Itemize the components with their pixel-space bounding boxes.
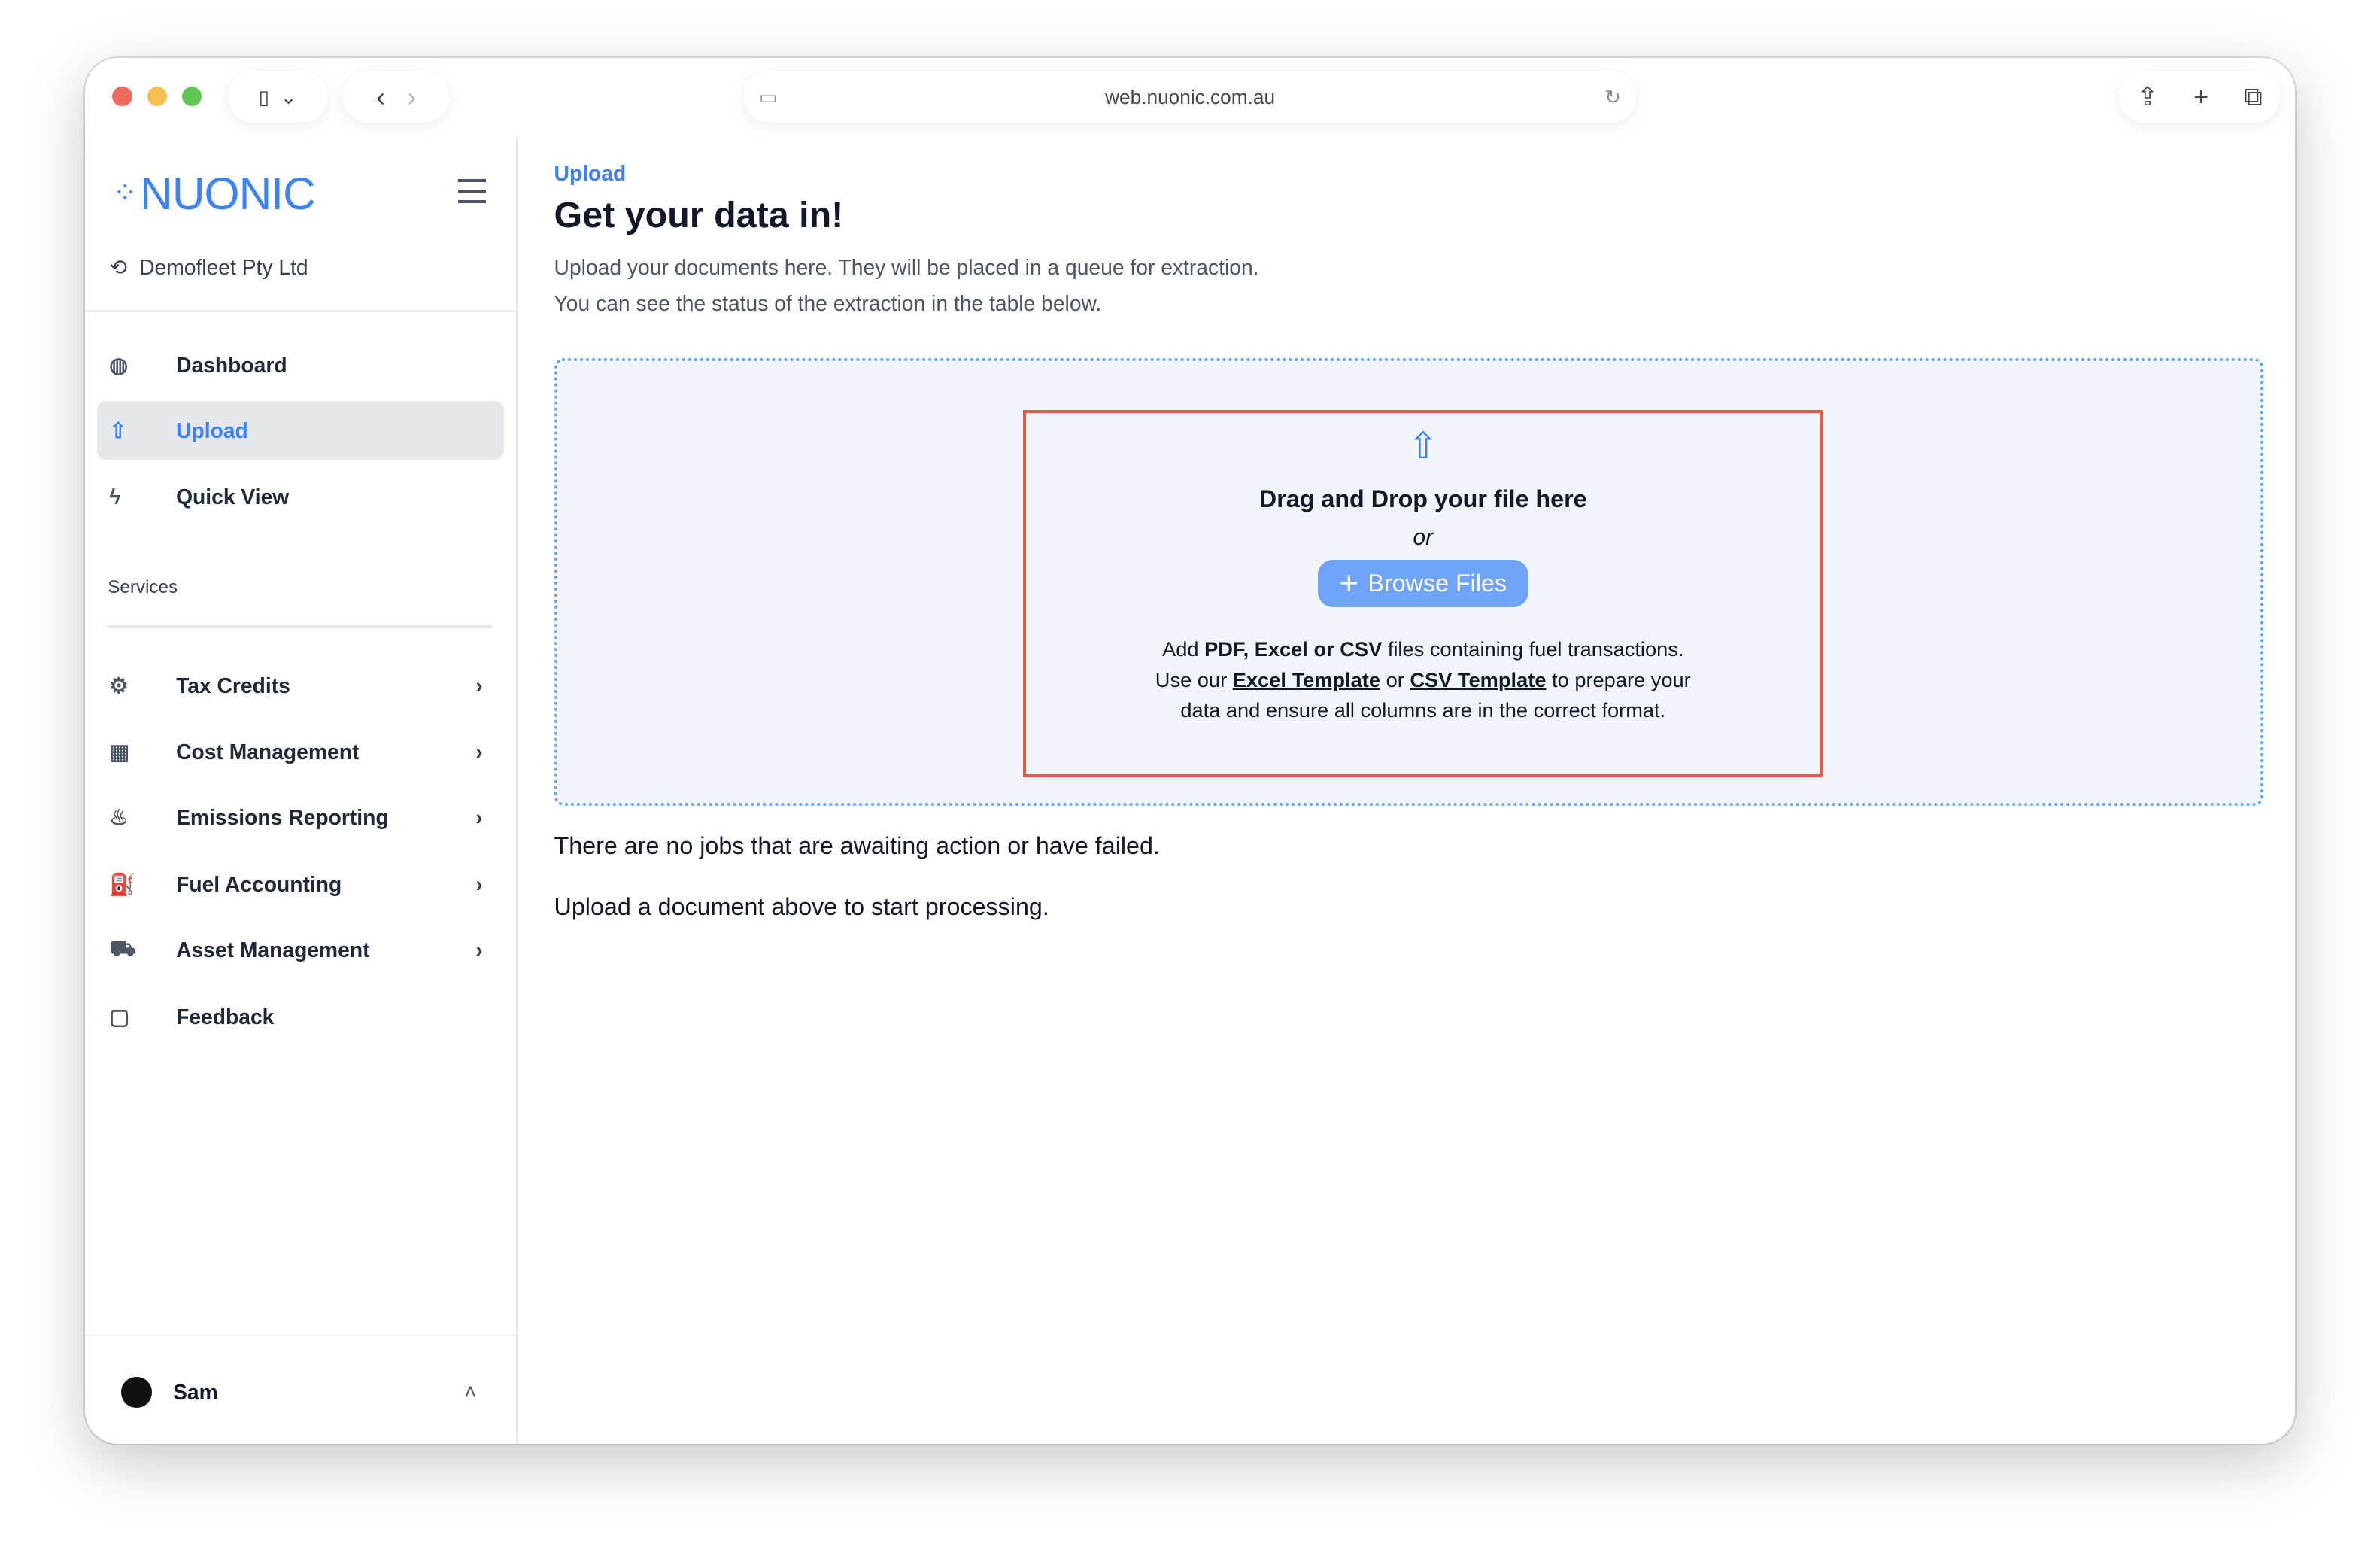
sidebar-item-upload[interactable]: ⇧ Upload: [97, 400, 504, 460]
browser-window: ▯ ⌄ ‹ › ▭ web.nuonic.com.au ↻ ⇪ + ⧉ ⁘ NUONIC …: [85, 57, 2296, 1445]
back-button[interactable]: ‹: [376, 81, 385, 113]
reload-icon[interactable]: ↻: [1604, 86, 1621, 109]
excel-template-link[interactable]: Excel Template: [1233, 668, 1380, 691]
sidebar-item-feedback[interactable]: ▢ Feedback: [97, 987, 504, 1047]
maximize-window-button[interactable]: [182, 87, 202, 107]
nav-label: Asset Management: [176, 937, 370, 962]
chevron-up-icon: ˄: [464, 1379, 477, 1404]
upload-icon: ⇧: [109, 418, 127, 442]
brand-logo: ⁘ NUONIC: [112, 167, 316, 220]
menu-icon[interactable]: [458, 179, 486, 204]
chevron-right-icon: ›: [475, 937, 483, 962]
plus-icon: +: [1339, 564, 1359, 602]
user-menu[interactable]: Sam ˄: [121, 1377, 477, 1408]
sidebar: ⁘ NUONIC ⟲ Demofleet Pty Ltd ◍ Dashboard ⇧ U…: [85, 136, 518, 1445]
calendar-icon: ▦: [109, 740, 129, 764]
logo-icon: ⁘: [112, 175, 138, 211]
help-text: files containing fuel transactions.: [1382, 637, 1684, 661]
chevron-right-icon: ›: [475, 871, 483, 896]
organization[interactable]: ⟲ Demofleet Pty Ltd: [109, 255, 308, 280]
tabs-overview-icon[interactable]: ⧉: [2244, 83, 2263, 112]
browser-actions: ⇪ + ⧉: [2119, 71, 2281, 123]
file-types: PDF, Excel or CSV: [1204, 637, 1383, 661]
sidebar-item-quick-view[interactable]: ϟ Quick View: [97, 468, 504, 527]
org-icon: ⟲: [109, 254, 127, 279]
nav-label: Upload: [176, 418, 248, 442]
sidebar-toggle-button[interactable]: ▯ ⌄: [227, 71, 328, 123]
or-text: or: [1413, 525, 1434, 551]
help-text: data and ensure all columns are in the c…: [1180, 697, 1666, 722]
help-text: Use our: [1155, 667, 1233, 691]
fuel-pump-icon: ⛽: [109, 871, 136, 896]
chevron-down-icon: ⌄: [280, 85, 297, 108]
user-avatar-icon: [121, 1377, 152, 1408]
page-title: Get your data in!: [554, 195, 844, 236]
help-text: to prepare your: [1546, 667, 1691, 691]
start-processing-message: Upload a document above to start process…: [554, 892, 1049, 920]
nav-buttons: ‹ ›: [343, 71, 450, 123]
url-text: web.nuonic.com.au: [1105, 85, 1276, 108]
nav-label: Fuel Accounting: [176, 871, 342, 896]
services-heading: Services: [108, 576, 178, 597]
tax-credits-icon: ⚙: [109, 673, 129, 697]
help-text: or: [1380, 667, 1410, 691]
nav-label: Cost Management: [176, 740, 360, 764]
upload-dropzone[interactable]: ⇧ Drag and Drop your file here or + Brows…: [554, 358, 2263, 807]
truck-icon: ⛟: [109, 935, 136, 960]
upload-icon: ⇧: [1407, 425, 1439, 466]
address-bar[interactable]: ▭ web.nuonic.com.au ↻: [743, 71, 1637, 123]
chat-icon: ▢: [109, 1004, 129, 1029]
csv-template-link[interactable]: CSV Template: [1410, 668, 1546, 691]
breadcrumb[interactable]: Upload: [554, 161, 627, 186]
description-line-1: Upload your documents here. They will be…: [554, 254, 1259, 279]
share-icon[interactable]: ⇪: [2137, 82, 2159, 112]
nav-label: Feedback: [176, 1004, 275, 1029]
sidebar-item-emissions-reporting[interactable]: ♨ Emissions Reporting ›: [97, 788, 504, 847]
sidebar-item-tax-credits[interactable]: ⚙ Tax Credits ›: [97, 656, 504, 716]
description-line-2: You can see the status of the extraction…: [554, 291, 1102, 316]
main-content: Upload Get your data in! Upload your doc…: [554, 137, 2296, 1445]
nav-label: Dashboard: [176, 352, 287, 377]
nav-label: Quick View: [176, 485, 290, 509]
forward-button[interactable]: ›: [407, 81, 416, 113]
chevron-right-icon: ›: [475, 673, 483, 697]
sidebar-item-cost-management[interactable]: ▦ Cost Management ›: [97, 723, 504, 783]
minimize-window-button[interactable]: [147, 87, 167, 107]
lightning-icon: ϟ: [109, 485, 121, 509]
user-name: Sam: [173, 1379, 218, 1404]
drop-title: Drag and Drop your file here: [1258, 485, 1587, 513]
chevron-right-icon: ›: [475, 740, 483, 764]
chevron-right-icon: ›: [475, 805, 483, 830]
brand-name: NUONIC: [140, 167, 316, 219]
no-jobs-message: There are no jobs that are awaiting acti…: [554, 831, 1160, 859]
emissions-icon: ♨: [109, 805, 129, 830]
browser-toolbar: ▯ ⌄ ‹ › ▭ web.nuonic.com.au ↻ ⇪ + ⧉: [85, 58, 2295, 137]
sidebar-item-fuel-accounting[interactable]: ⛽ Fuel Accounting ›: [97, 855, 504, 914]
sidebar-item-asset-management[interactable]: ⛟ Asset Management ›: [97, 920, 504, 980]
browse-files-button[interactable]: + Browse Files: [1317, 560, 1529, 607]
nav-label: Emissions Reporting: [176, 805, 389, 830]
globe-icon: ◍: [109, 352, 128, 377]
browse-label: Browse Files: [1368, 570, 1507, 597]
page-settings-icon: ▭: [758, 85, 778, 108]
dropzone-inner[interactable]: ⇧ Drag and Drop your file here or + Brows…: [1023, 409, 1823, 778]
close-window-button[interactable]: [112, 87, 132, 107]
sidebar-item-dashboard[interactable]: ◍ Dashboard: [97, 336, 504, 395]
sidebar-icon: ▯: [258, 85, 270, 108]
org-name: Demofleet Pty Ltd: [139, 254, 308, 279]
new-tab-icon[interactable]: +: [2193, 83, 2208, 112]
nav-label: Tax Credits: [176, 673, 290, 697]
help-text: Add: [1162, 637, 1205, 661]
